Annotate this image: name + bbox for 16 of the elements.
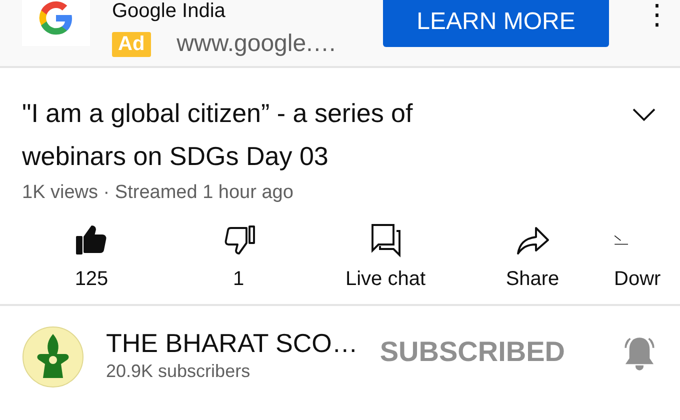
channel-name[interactable]: THE BHARAT SCO…: [106, 328, 358, 359]
ad-url: www.google.…: [176, 30, 337, 58]
chat-button[interactable]: Live chat: [312, 222, 459, 304]
video-title: "I am a global citizen” - a series of webinars on SDGs Day 03: [22, 97, 414, 173]
more-menu-button[interactable]: ⋮: [637, 0, 677, 31]
like-button[interactable]: 125: [18, 222, 165, 304]
learn-more-button[interactable]: LEARN MORE: [383, 0, 609, 47]
subscriber-count: 20.9K subscribers: [106, 361, 252, 382]
ad-title: Google India: [112, 0, 226, 22]
channel-avatar[interactable]: [22, 326, 84, 388]
download-button[interactable]: Dowr: [606, 222, 680, 304]
download-icon: [614, 235, 628, 245]
video-meta: 1K views · Streamed 1 hour ago: [21, 181, 294, 204]
ad-badge: Ad: [112, 32, 151, 56]
share-button[interactable]: Share: [459, 222, 606, 304]
dislike-button[interactable]: 1: [165, 222, 312, 304]
